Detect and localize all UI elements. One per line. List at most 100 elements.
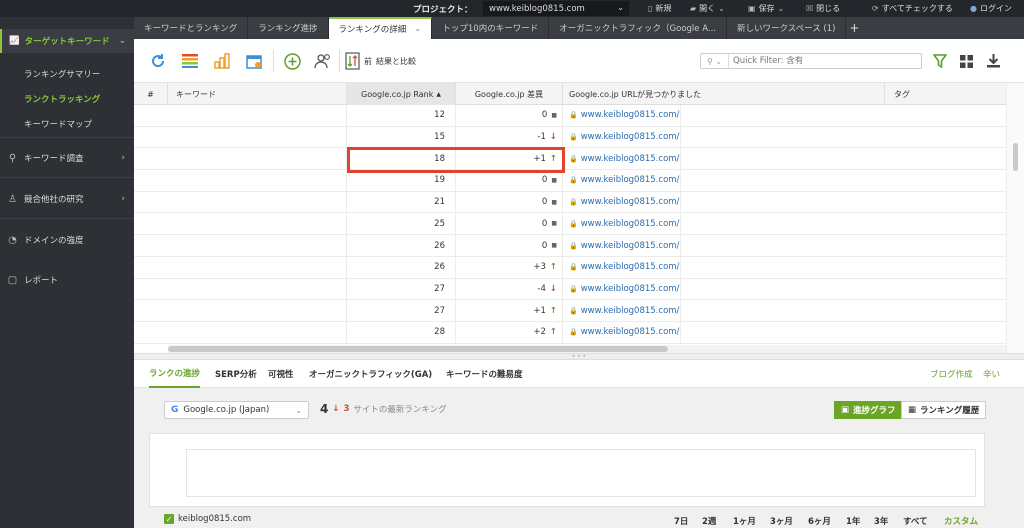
new-button[interactable]: ▯ 新規: [648, 3, 671, 14]
range-option[interactable]: すべて: [903, 515, 928, 527]
range-option[interactable]: 7日: [674, 515, 688, 527]
tab-rank-progress[interactable]: ランクの進捗: [149, 360, 201, 388]
range-option[interactable]: 6ヶ月: [808, 515, 831, 527]
tab-organic-traffic-ga[interactable]: オーガニックトラフィック(GA): [309, 360, 432, 388]
sidebar-item-reports[interactable]: ▢ レポート: [0, 267, 134, 293]
range-option[interactable]: カスタム: [944, 515, 978, 527]
search-engine-select[interactable]: G Google.co.jp (Japan) ⌄: [164, 401, 309, 419]
competitors-button[interactable]: [312, 51, 334, 71]
project-select[interactable]: www.keiblog0815.com ⌄: [483, 1, 629, 16]
tab-visibility[interactable]: 可視性: [268, 360, 294, 388]
tab-serp-analysis[interactable]: SERP分析: [215, 360, 257, 388]
url-cell[interactable]: 🔒 www.keiblog0815.com/: [563, 213, 681, 235]
extra-link[interactable]: 辛い: [983, 360, 1000, 388]
table-row[interactable]: 21 0 ■ 🔒 www.keiblog0815.com/: [134, 191, 1006, 214]
add-tab-icon[interactable]: +: [846, 17, 862, 39]
login-button[interactable]: ● ログイン: [970, 3, 1012, 14]
scroll-thumb[interactable]: [168, 346, 668, 352]
bar-chart-button[interactable]: [211, 51, 233, 71]
horizontal-scrollbar[interactable]: [168, 345, 1006, 353]
sidebar-item-rank-tracking[interactable]: ランクトラッキング: [24, 93, 100, 105]
open-button[interactable]: ▰ 開く ⌄: [690, 3, 725, 14]
table-row[interactable]: 25 0 ■ 🔒 www.keiblog0815.com/: [134, 213, 1006, 236]
header-diff[interactable]: Google.co.jp 差異: [456, 83, 563, 105]
diff-cell: +1 ↑: [456, 300, 563, 321]
add-keywords-button[interactable]: [281, 51, 303, 71]
url-cell[interactable]: 🔒 www.keiblog0815.com/: [563, 278, 681, 300]
url-cell[interactable]: 🔒 www.keiblog0815.com/: [563, 148, 681, 170]
schedule-button[interactable]: [243, 51, 265, 71]
header-tag[interactable]: タグ: [885, 83, 1006, 105]
url-cell[interactable]: 🔒 www.keiblog0815.com/: [563, 256, 681, 278]
tab-ranking-details[interactable]: ランキングの詳細 ⌄: [328, 17, 433, 39]
keyword-cell: [134, 322, 347, 343]
table-row[interactable]: 28 +2 ↑ 🔒 www.keiblog0815.com/: [134, 322, 1006, 344]
vertical-scrollbar[interactable]: [1006, 83, 1024, 353]
search-icon[interactable]: ⚲ ⌄: [701, 54, 729, 68]
table-row[interactable]: 12 0 ■ 🔒 www.keiblog0815.com/: [134, 105, 1006, 127]
sidebar-item-keyword-research[interactable]: ⚲ キーワード調査 ›: [0, 145, 134, 171]
header-url[interactable]: Google.co.jp URLが見つかりました: [563, 83, 885, 105]
url-cell[interactable]: 🔒 www.keiblog0815.com/: [563, 322, 681, 343]
toolbar: 前 結果と比較 ⚲ ⌄: [134, 39, 1024, 83]
save-button[interactable]: ▣ 保存 ⌄: [748, 3, 784, 14]
compare-button[interactable]: 前 結果と比較: [345, 49, 416, 73]
range-option[interactable]: 3年: [874, 515, 888, 527]
rank-cell: 15: [347, 126, 456, 148]
range-option[interactable]: 3ヶ月: [770, 515, 793, 527]
header-keyword[interactable]: キーワード: [168, 83, 347, 105]
table-row[interactable]: 26 0 ■ 🔒 www.keiblog0815.com/: [134, 235, 1006, 257]
check-all-button[interactable]: ⟳ すべてチェックする: [872, 3, 953, 14]
lock-icon: 🔒: [569, 306, 578, 315]
bar-chart-icon: [214, 53, 230, 69]
filter-button[interactable]: [929, 51, 951, 71]
tab-new-workspace[interactable]: 新しいワークスペース (1): [727, 17, 847, 39]
progress-graph-button[interactable]: ▣ 進捗グラフ: [834, 401, 903, 419]
list-button[interactable]: [179, 51, 201, 71]
dot-icon: ■: [551, 220, 557, 228]
rank-value: 4: [320, 402, 329, 416]
sidebar-item-keyword-map[interactable]: キーワードマップ: [24, 118, 92, 130]
range-option[interactable]: 1ヶ月: [733, 515, 756, 527]
url-cell[interactable]: 🔒 www.keiblog0815.com/: [563, 105, 681, 126]
tab-keyword-difficulty[interactable]: キーワードの難易度: [446, 360, 523, 388]
header-rank[interactable]: Google.co.jp Rank ▲: [347, 83, 456, 105]
url-cell[interactable]: 🔒 www.keiblog0815.com/: [563, 191, 681, 213]
sidebar-item-target-keywords[interactable]: 📈 ターゲットキーワード ⌄: [0, 29, 134, 53]
url-cell[interactable]: 🔒 www.keiblog0815.com/: [563, 170, 681, 191]
chevron-right-icon: ›: [121, 153, 125, 163]
layout-button[interactable]: [955, 51, 977, 71]
url-cell[interactable]: 🔒 www.keiblog0815.com/: [563, 126, 681, 148]
table-row[interactable]: 27 -4 ↓ 🔒 www.keiblog0815.com/: [134, 278, 1006, 301]
range-option[interactable]: 1年: [846, 515, 860, 527]
url-cell[interactable]: 🔒 www.keiblog0815.com/: [563, 235, 681, 256]
refresh-button[interactable]: [147, 51, 169, 71]
tab-keywords-ranking[interactable]: キーワードとランキング: [134, 17, 249, 39]
table-row[interactable]: 19 0 ■ 🔒 www.keiblog0815.com/: [134, 170, 1006, 192]
keyword-cell: [134, 213, 347, 235]
url-cell[interactable]: 🔒 www.keiblog0815.com/: [563, 300, 681, 321]
tab-top10-keywords[interactable]: トップ10内のキーワード: [432, 17, 550, 39]
legend-item[interactable]: ✓ keiblog0815.com: [164, 514, 251, 524]
tab-ranking-progress[interactable]: ランキング進捗: [248, 17, 329, 39]
sidebar-item-domain-strength[interactable]: ◔ ドメインの強度: [0, 227, 134, 253]
close-button[interactable]: ☒ 閉じる: [806, 3, 840, 14]
table-row[interactable]: 27 +1 ↑ 🔒 www.keiblog0815.com/: [134, 300, 1006, 322]
quick-filter-input[interactable]: [729, 56, 909, 66]
panel-splitter[interactable]: • • •: [134, 353, 1024, 360]
table-row[interactable]: 15 -1 ↓ 🔒 www.keiblog0815.com/: [134, 126, 1006, 149]
rank-cell: 19: [347, 170, 456, 191]
ranking-history-button[interactable]: ▦ ランキング履歴: [901, 401, 987, 419]
header-num[interactable]: #: [134, 83, 168, 105]
range-option[interactable]: 2週: [702, 515, 716, 527]
tab-organic-traffic[interactable]: オーガニックトラフィック（Google A...: [549, 17, 727, 39]
export-button[interactable]: [982, 51, 1004, 71]
checkbox-icon[interactable]: ✓: [164, 514, 174, 524]
table-row[interactable]: 26 +3 ↑ 🔒 www.keiblog0815.com/: [134, 256, 1006, 279]
table-row[interactable]: 18 +1 ↑ 🔒 www.keiblog0815.com/: [134, 148, 1006, 171]
sidebar-item-ranking-summary[interactable]: ランキングサマリー: [24, 68, 100, 80]
scroll-thumb[interactable]: [1013, 143, 1018, 171]
blog-create-link[interactable]: ブログ作成: [930, 360, 973, 388]
chevron-down-icon: ⌄: [617, 3, 624, 12]
sidebar-item-competitor-research[interactable]: ♙ 競合他社の研究 ›: [0, 186, 134, 212]
